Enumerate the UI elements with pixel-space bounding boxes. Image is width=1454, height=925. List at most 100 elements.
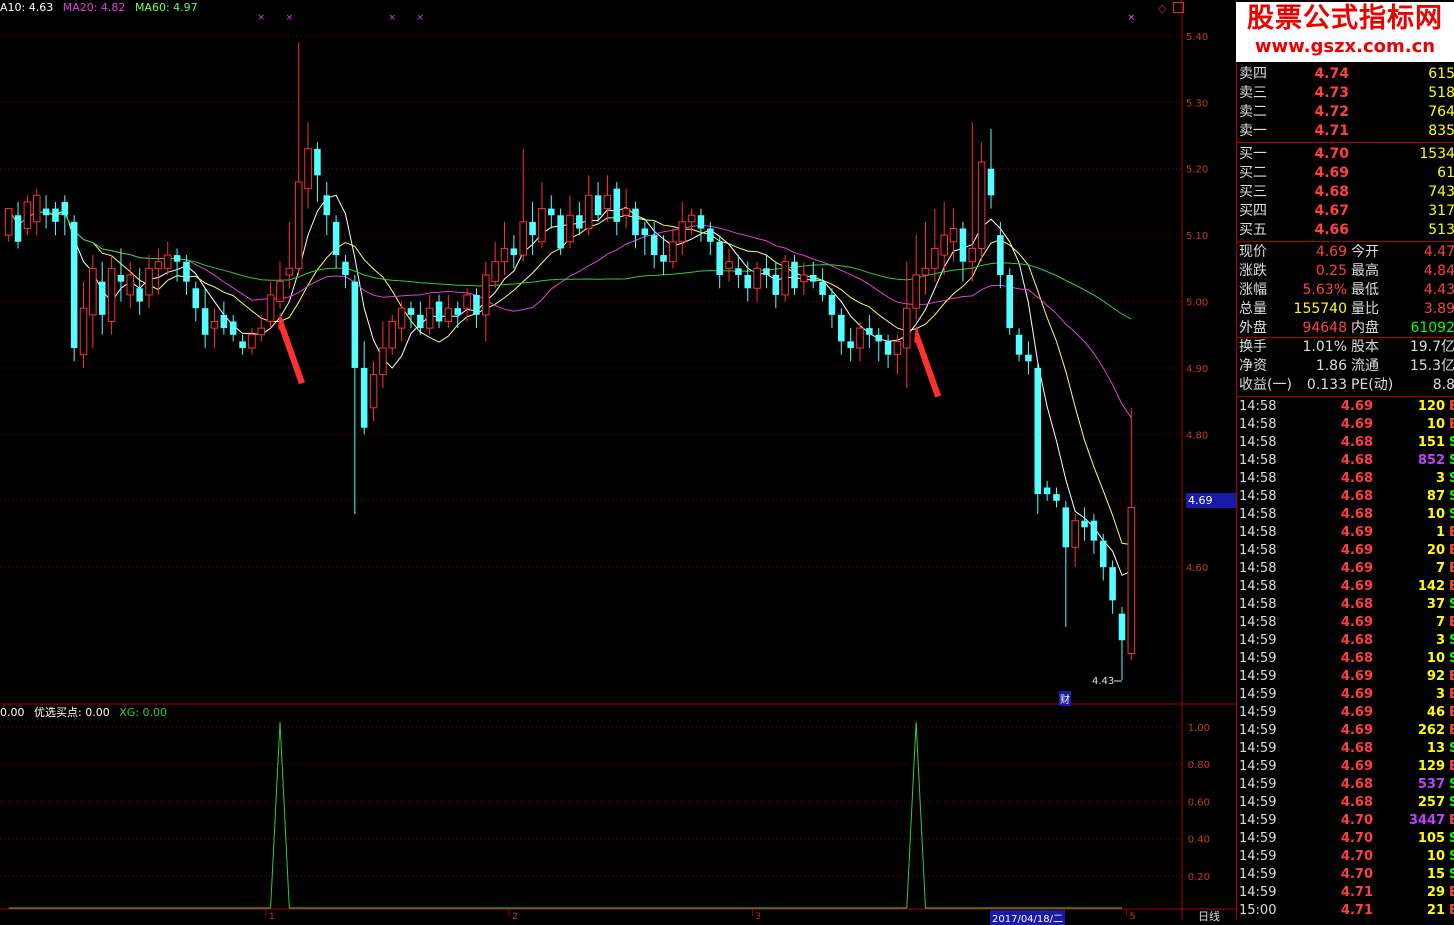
tick-volume: 257 — [1417, 795, 1445, 810]
buy-point-legend: 优选买点: 0.00 — [34, 706, 110, 719]
ma20-legend: MA20: 4.82 — [62, 1, 126, 14]
finance-marker[interactable]: 财 — [1059, 691, 1071, 706]
tick-row: 14:59 4.68 3 S — [1239, 632, 1454, 650]
tick-volume: 537 — [1417, 777, 1445, 792]
candle-body — [23, 201, 32, 230]
sell-level-row[interactable]: 卖二 4.72 764 — [1239, 103, 1454, 122]
buy-level-row[interactable]: 买三 4.68 743 — [1239, 183, 1454, 202]
month-tick-label: 2 — [512, 912, 518, 920]
candle-body — [959, 228, 967, 262]
tick-price: 4.68 — [1340, 507, 1373, 522]
stat-value: 5.63% — [1302, 282, 1347, 298]
xg-legend: XG: 0.00 — [119, 706, 167, 719]
ma-legend: A10: 4.63 MA20: 4.82 MA60: 4.97 — [0, 0, 204, 16]
candle-body — [1081, 520, 1088, 528]
candle-body — [744, 274, 752, 289]
tick-time: 14:59 — [1239, 723, 1277, 738]
tick-side: S — [1449, 471, 1454, 486]
sell-level-volume: 518 — [1428, 85, 1454, 101]
stat-label: 最低 — [1351, 282, 1379, 298]
sell-level-row[interactable]: 卖四 4.74 615 — [1239, 65, 1454, 84]
candle-body — [435, 301, 443, 322]
candle-body — [753, 267, 761, 289]
buy-level-price: 4.68 — [1314, 184, 1349, 200]
tick-row: 14:58 4.69 120 B — [1239, 398, 1454, 416]
buy-level-row[interactable]: 买五 4.66 513 — [1239, 221, 1454, 240]
tick-time: 14:58 — [1239, 543, 1277, 558]
price-tick-label: 5.10 — [1186, 231, 1208, 242]
indicator-tick-label: 0.20 — [1188, 872, 1210, 883]
tick-time: 14:59 — [1239, 849, 1277, 864]
tick-side: B — [1449, 615, 1454, 630]
candle-body — [369, 374, 378, 409]
stat-label: 最高 — [1351, 263, 1379, 279]
kline-chart-area[interactable]: 5.405.305.205.105.004.904.804.704.601234… — [0, 0, 1236, 925]
candle-body — [342, 261, 349, 275]
buy-level-volume: 1534 — [1419, 146, 1454, 162]
tick-row: 15:00 4.71 21 B — [1239, 902, 1454, 920]
indicator-value: 0.00 — [0, 706, 25, 719]
tick-row: 14:59 4.69 46 B — [1239, 704, 1454, 722]
stat-row: 总量 155740 量比 3.89 — [1239, 300, 1454, 319]
tick-price: 4.68 — [1340, 471, 1373, 486]
candle-body — [1006, 274, 1013, 329]
stat-value: 4.47 — [1423, 244, 1454, 260]
quote-panel: 卖五 4.75 1 卖四 4.74 615 卖三 4.73 518 卖二 4.7… — [1236, 0, 1454, 920]
tick-volume: 120 — [1417, 399, 1445, 414]
sell-level-price: 4.71 — [1314, 123, 1349, 139]
indicator-tick-label: 0.60 — [1188, 797, 1210, 808]
tick-volume: 20 — [1426, 543, 1445, 558]
price-tick-label: 5.40 — [1186, 32, 1208, 43]
tick-row: 14:58 4.68 10 S — [1239, 506, 1454, 524]
tick-volume: 37 — [1426, 597, 1445, 612]
tick-row: 14:59 4.70 10 S — [1239, 848, 1454, 866]
tick-side: S — [1449, 795, 1454, 810]
candle-body — [42, 208, 50, 216]
sell-level-row[interactable]: 卖三 4.73 518 — [1239, 84, 1454, 103]
tick-volume: 142 — [1417, 579, 1445, 594]
window-icon[interactable] — [1173, 2, 1184, 13]
stat-row: 净资 1.86 流通 15.3亿 — [1239, 357, 1454, 376]
tick-side: S — [1449, 777, 1454, 792]
tick-row: 14:58 4.68 852 S — [1239, 452, 1454, 470]
stat-label: 今开 — [1351, 244, 1379, 260]
stat-value: 61092 — [1410, 320, 1454, 336]
candle-body — [323, 195, 331, 216]
period-label[interactable]: 日线 — [1198, 908, 1220, 924]
tick-row: 14:59 4.70 3447 B — [1239, 812, 1454, 830]
kline-chart-svg[interactable]: 5.405.305.205.105.004.904.804.704.601234… — [0, 0, 1236, 920]
tick-volume: 1 — [1435, 525, 1445, 540]
stat-row: 现价 4.69 今开 4.47 — [1239, 243, 1454, 262]
candle-body — [1043, 487, 1051, 495]
tick-row: 14:58 4.68 87 S — [1239, 488, 1454, 506]
candle-body — [912, 274, 920, 309]
candle-body — [678, 221, 687, 243]
tick-volume: 3447 — [1409, 813, 1446, 828]
tick-side: B — [1449, 561, 1454, 576]
candle-body — [1053, 494, 1060, 501]
candle-body — [89, 267, 97, 316]
sell-level-row[interactable]: 卖一 4.71 835 — [1239, 122, 1454, 141]
stat-label: 现价 — [1239, 244, 1267, 260]
candle-body — [997, 235, 1004, 275]
price-tick-label: 4.60 — [1186, 563, 1208, 574]
buy-level-row[interactable]: 买二 4.69 61 — [1239, 164, 1454, 183]
candle-body — [819, 281, 826, 295]
buy-level-row[interactable]: 买一 4.70 1534 — [1239, 145, 1454, 164]
candle-body — [388, 320, 397, 349]
tick-price: 4.68 — [1340, 453, 1373, 468]
tick-side: B — [1449, 525, 1454, 540]
candle-body — [1109, 567, 1116, 601]
candle-body — [800, 274, 808, 283]
sell-level-volume: 764 — [1428, 104, 1454, 120]
tick-price: 4.70 — [1340, 867, 1373, 882]
candle-body — [229, 321, 237, 335]
stat-value: 1.86 — [1315, 358, 1347, 374]
sell-level-label: 卖二 — [1239, 104, 1267, 120]
diamond-icon[interactable]: ◇ — [1158, 2, 1166, 15]
tick-time: 14:59 — [1239, 651, 1277, 666]
stat-value: 0.25 — [1315, 263, 1347, 279]
tick-side: B — [1449, 579, 1454, 594]
buy-level-row[interactable]: 买四 4.67 317 — [1239, 202, 1454, 221]
stat-label: PE(动) — [1351, 377, 1394, 393]
